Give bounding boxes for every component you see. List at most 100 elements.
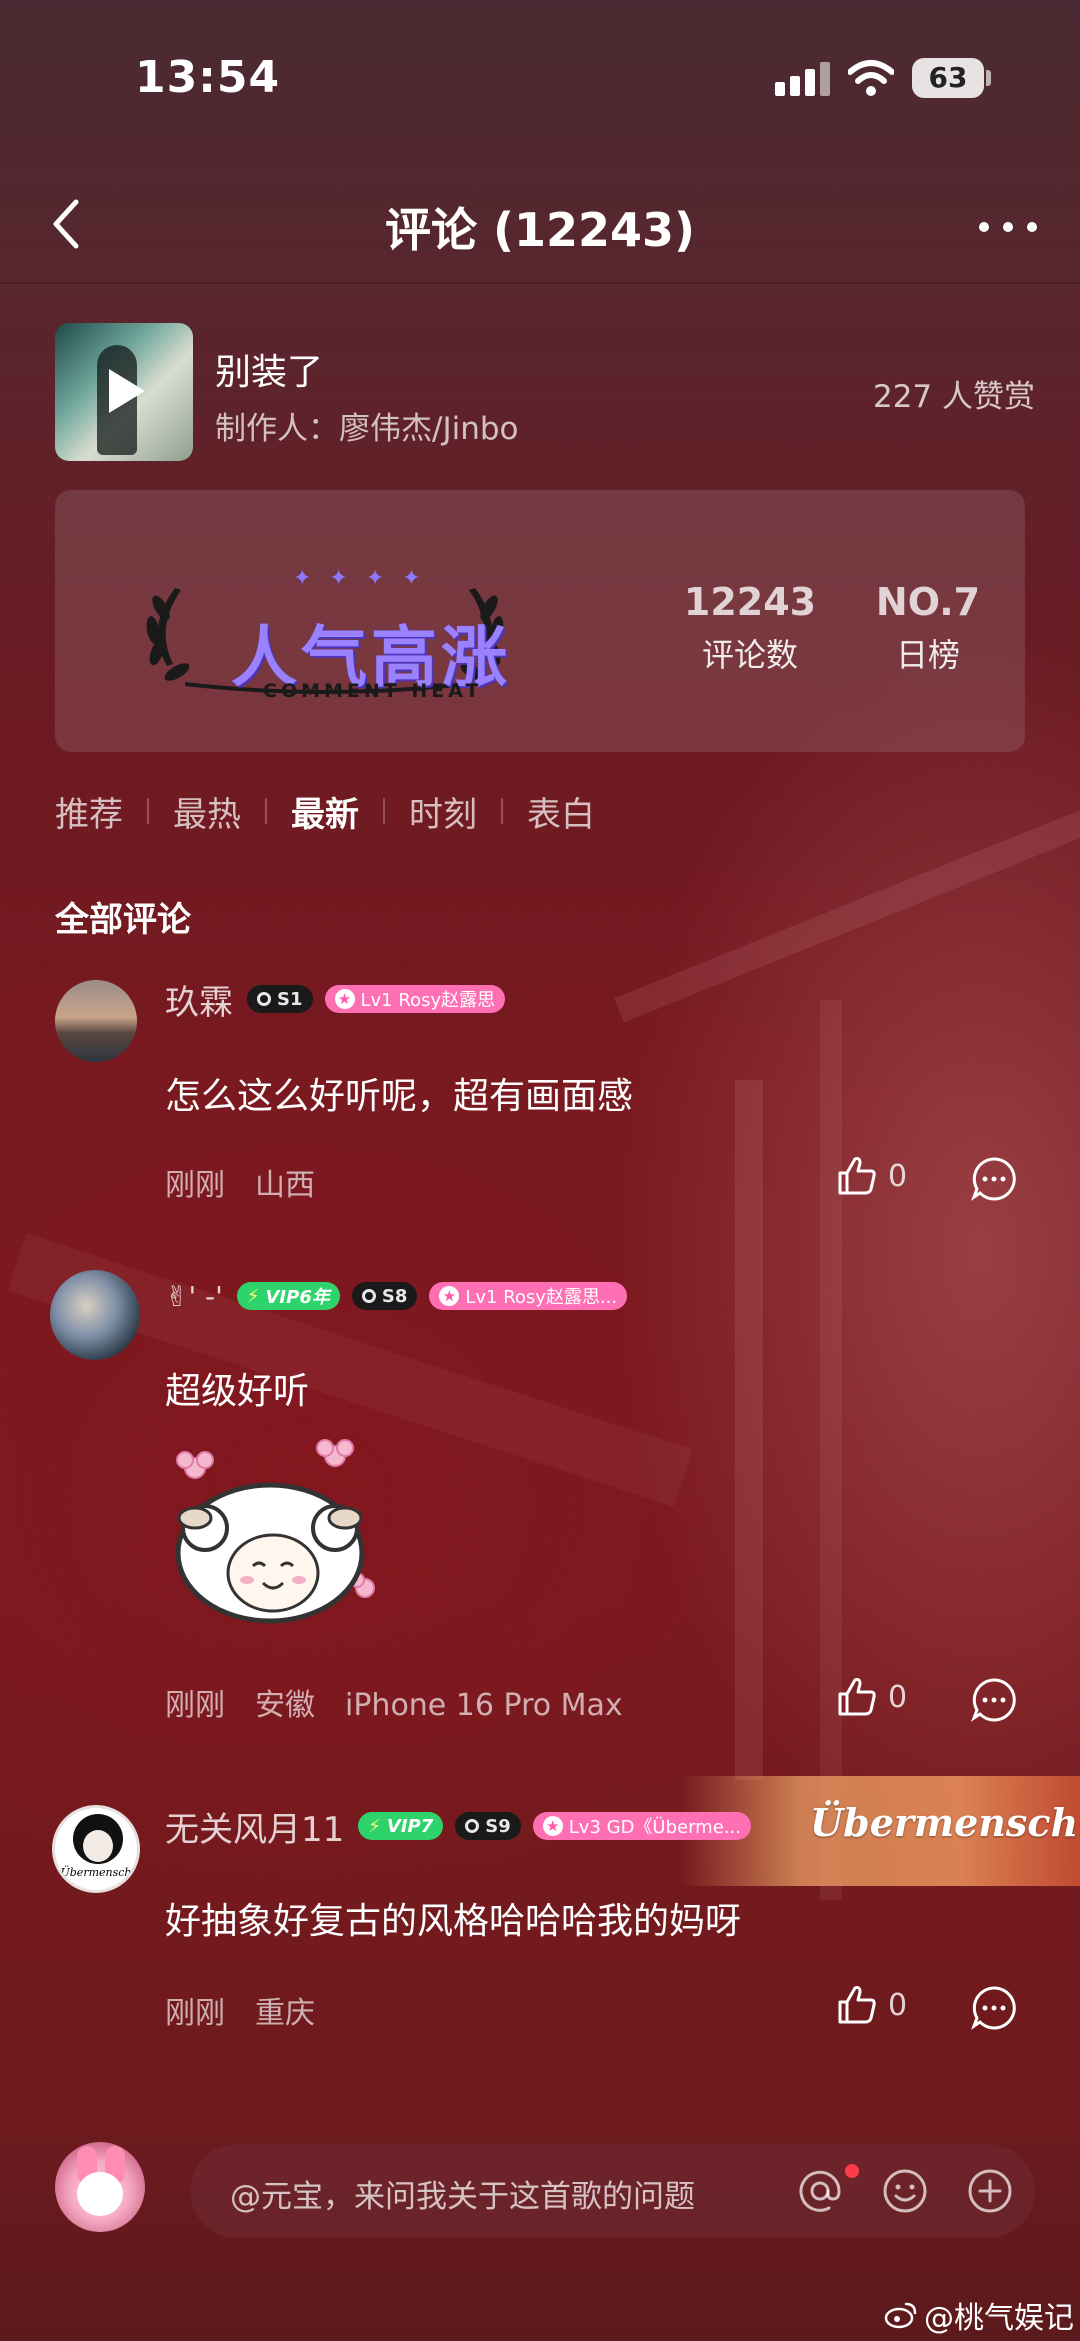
fan-star-icon: ★	[439, 1286, 460, 1306]
plus-icon[interactable]	[965, 2166, 1015, 2216]
tab-divider	[383, 798, 385, 824]
fan-badge-text: Lv1 Rosy赵露思	[360, 990, 496, 1011]
avatar-face	[83, 1830, 113, 1862]
avatar[interactable]: Übermensch	[52, 1805, 140, 1893]
tab-moments[interactable]: 时刻	[409, 787, 477, 836]
reply-icon[interactable]	[970, 1984, 1018, 2032]
emoji-icon[interactable]	[880, 2166, 930, 2216]
tab-latest[interactable]: 最新	[291, 787, 359, 836]
comment-username[interactable]: 无关风月11	[165, 1802, 344, 1851]
vip-bolt-icon: ⚡	[246, 1285, 260, 1307]
watermark: @桃气娱记	[884, 2293, 1074, 2337]
level-badge-text: S1	[277, 988, 303, 1010]
fan-badge-text: Lv3 GD《Überme...	[568, 1817, 741, 1838]
watermark-text: @桃气娱记	[924, 2301, 1074, 2336]
tab-recommend[interactable]: 推荐	[55, 787, 123, 836]
fan-star-icon: ★	[334, 989, 355, 1009]
fan-badge[interactable]: ★ Lv3 GD《Überme...	[532, 1812, 751, 1840]
comment-heat-card[interactable]: ✦✦✦✦ 人气高涨 COMMENT HEAT 12243 评论数 NO.7 日榜	[55, 490, 1025, 752]
status-time: 13:54	[135, 52, 281, 103]
fan-badge[interactable]: ★ Lv1 Rosy赵露思...	[429, 1282, 628, 1310]
battery-indicator: 63	[912, 58, 984, 98]
heat-stars: ✦✦✦✦	[293, 566, 439, 591]
comment-text: 超级好听	[165, 1371, 310, 1412]
like-button[interactable]: 0	[834, 1982, 907, 2028]
my-avatar[interactable]	[55, 2142, 145, 2232]
song-header[interactable]: 别装了 制作人：廖伟杰/Jinbo 227 人赞赏	[55, 323, 1035, 463]
reply-icon[interactable]	[970, 1155, 1018, 1203]
tab-divider	[501, 798, 503, 824]
sheep-sticker	[175, 1439, 375, 1624]
vip-badge-text: VIP7	[386, 1815, 434, 1837]
comment-header: 玖霖 S1 ★ Lv1 Rosy赵露思	[165, 975, 517, 1024]
level-badge: S8	[351, 1282, 418, 1310]
fan-star-icon: ★	[542, 1816, 563, 1836]
vip-badge[interactable]: ⚡ VIP6年	[236, 1282, 340, 1310]
like-button[interactable]: 0	[834, 1153, 907, 1199]
wifi-icon	[848, 60, 894, 96]
rank-stat: NO.7 日榜	[863, 580, 993, 676]
tab-hot[interactable]: 最热	[173, 787, 241, 836]
comment-text: 怎么这么好听呢，超有画面感	[165, 1076, 634, 1117]
at-icon[interactable]	[795, 2166, 845, 2216]
comment-meta: 刚刚 山西	[165, 1160, 345, 1204]
comment-text: 好抽象好复古的风格哈哈哈我的妈呀	[165, 1901, 742, 1942]
comment-username[interactable]: ✌' -'	[165, 1280, 223, 1313]
level-badge: S9	[455, 1812, 521, 1840]
comment-location: 重庆	[255, 1996, 315, 2031]
comment-location: 安徽	[255, 1688, 315, 1723]
tab-confession[interactable]: 表白	[527, 787, 595, 836]
comment-count-label: 评论数	[701, 636, 798, 674]
top-nav: 评论 (12243)	[0, 170, 1080, 280]
like-icon	[838, 1678, 876, 1716]
level-badge-text: S9	[485, 1815, 511, 1837]
play-icon[interactable]	[109, 369, 145, 413]
comment-item: ✌' -' ⚡ VIP6年 S8 ★ Lv1 Rosy赵露思... 超级好听 刚刚安…	[0, 1270, 1080, 1730]
comment-time: 刚刚	[165, 1688, 225, 1723]
avatar[interactable]	[50, 1270, 140, 1360]
like-count: 0	[888, 1679, 908, 1715]
nav-divider	[0, 282, 1080, 284]
section-title: 全部评论	[55, 900, 191, 940]
comment-username[interactable]: 玖霖	[165, 975, 233, 1024]
fan-badge-text: Lv1 Rosy赵露思...	[465, 1287, 618, 1308]
level-badge: S1	[247, 985, 313, 1013]
song-name: 别装了	[215, 352, 324, 393]
signal-icon	[775, 60, 831, 96]
more-icon[interactable]	[975, 206, 1041, 246]
status-bar: 13:54 63	[0, 0, 1080, 160]
comment-header: ✌' -' ⚡ VIP6年 S8 ★ Lv1 Rosy赵露思...	[165, 1274, 639, 1318]
battery-tip	[986, 70, 991, 86]
comment-input[interactable]: @元宝，来问我关于这首歌的问题	[190, 2144, 1035, 2238]
comment-device: iPhone 16 Pro Max	[345, 1688, 623, 1723]
like-icon	[838, 1986, 876, 2024]
like-button[interactable]: 0	[834, 1674, 907, 1720]
rank-value: NO.7	[875, 580, 981, 624]
comment-meta: 刚刚 重庆	[165, 1988, 345, 2032]
like-count: 0	[888, 1158, 908, 1194]
comment-location: 山西	[255, 1168, 315, 1203]
tab-divider	[147, 798, 149, 824]
song-producer: 制作人：廖伟杰/Jinbo	[215, 411, 519, 447]
reply-icon[interactable]	[970, 1676, 1018, 1724]
level-badge-text: S8	[381, 1285, 408, 1307]
song-likes[interactable]: 227 人赞赏	[873, 371, 1035, 416]
avatar[interactable]	[55, 980, 137, 1062]
comment-input-placeholder: @元宝，来问我关于这首歌的问题	[230, 2179, 695, 2215]
comment-time: 刚刚	[165, 1996, 225, 2031]
fan-badge[interactable]: ★ Lv1 Rosy赵露思	[324, 985, 506, 1013]
comment-item: Übermensch 无关风月11 ⚡ VIP7 S9 ★ Lv3 GD《Überm…	[0, 1800, 1080, 2040]
like-icon	[838, 1157, 876, 1195]
notification-dot	[845, 2164, 859, 2178]
like-count: 0	[888, 1987, 908, 2023]
comment-count-stat: 12243 评论数	[680, 580, 820, 676]
avatar-caption: Übermensch	[60, 1866, 132, 1879]
avatar-face	[77, 2172, 123, 2216]
comment-input-bar: @元宝，来问我关于这首歌的问题	[0, 2120, 1080, 2270]
tab-divider	[265, 798, 267, 824]
song-cover[interactable]	[55, 323, 193, 461]
page-title: 评论 (12243)	[384, 203, 696, 257]
vip-badge[interactable]: ⚡ VIP7	[358, 1812, 444, 1840]
comment-time: 刚刚	[165, 1168, 225, 1203]
vip-bolt-icon: ⚡	[368, 1815, 381, 1837]
